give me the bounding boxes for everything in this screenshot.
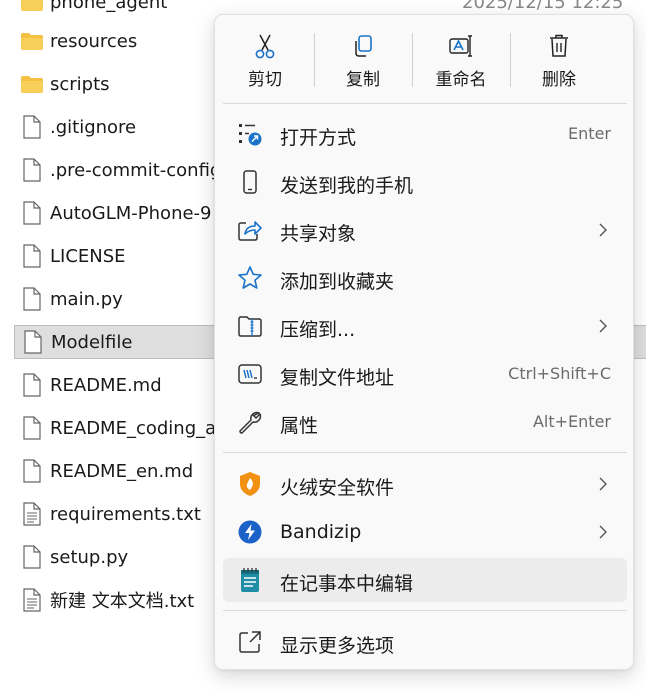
menu-item-label: 发送到我的手机: [280, 175, 414, 197]
file-name: 新建 文本文档.txt: [50, 591, 195, 612]
file-name: README_coding_a: [50, 417, 217, 439]
menu-item-label: 共享对象: [280, 223, 357, 245]
menu-divider: [223, 452, 627, 453]
menu-item-shortcut: Enter: [568, 124, 611, 143]
open-with-icon: [237, 121, 263, 147]
file-name: scripts: [50, 73, 110, 95]
file-name: README_en.md: [50, 460, 194, 482]
text-file-icon: [14, 583, 50, 617]
menu-item-label: 复制文件地址: [280, 367, 395, 389]
file-icon: [14, 368, 50, 402]
file-name: requirements.txt: [50, 503, 201, 525]
delete-label: 删除: [542, 70, 576, 90]
file-icon: [14, 110, 50, 144]
notepad-icon: [237, 567, 263, 593]
file-icon: [14, 196, 50, 230]
share-icon: [237, 217, 263, 243]
menu-item-label: 添加到收藏夹: [280, 271, 395, 293]
file-name: main.py: [50, 288, 123, 310]
delete-button[interactable]: 删除: [512, 23, 606, 97]
file-name: README.md: [50, 374, 162, 396]
menu-item-share[interactable]: 共享对象: [223, 208, 627, 252]
context-menu: 剪切 复制 重命名 删除 打开方式 Enter 发送到我的手机 共享对象 添加到…: [214, 14, 634, 670]
file-name: Modelfile: [51, 331, 133, 353]
file-icon: [15, 325, 51, 359]
file-name: resources: [50, 30, 138, 52]
file-icon: [14, 540, 50, 574]
file-name: setup.py: [50, 546, 129, 568]
quick-divider: [510, 33, 511, 87]
file-icon: [14, 454, 50, 488]
menu-item-label: 打开方式: [280, 127, 357, 149]
copy-label: 复制: [346, 70, 380, 90]
menu-divider: [223, 103, 627, 104]
menu-item-huorong[interactable]: 火绒安全软件: [223, 462, 627, 506]
quick-divider: [314, 33, 315, 87]
menu-item-label: Bandizip: [280, 521, 362, 543]
chevron-right-icon: [599, 319, 607, 333]
menu-item-label: 在记事本中编辑: [280, 573, 414, 595]
menu-item-add-favorite[interactable]: 添加到收藏夹: [223, 256, 627, 300]
chevron-right-icon: [599, 223, 607, 237]
file-name: .gitignore: [50, 116, 137, 138]
bandizip-icon: [237, 519, 263, 545]
file-name: .pre-commit-config: [50, 159, 222, 181]
rename-label: 重命名: [435, 70, 487, 90]
folder-icon: [14, 0, 50, 19]
menu-item-show-more-options[interactable]: 显示更多选项: [223, 620, 627, 664]
more-options-icon: [237, 629, 263, 655]
rename-icon: [448, 33, 474, 59]
rename-button[interactable]: 重命名: [414, 23, 508, 97]
file-name: phone_agent: [50, 0, 168, 13]
copy-button[interactable]: 复制: [316, 23, 410, 97]
star-icon: [237, 265, 263, 291]
copy-path-icon: [237, 361, 263, 387]
folder-icon: [14, 24, 50, 58]
menu-item-shortcut: Alt+Enter: [532, 412, 611, 431]
file-icon: [14, 282, 50, 316]
file-name: AutoGLM-Phone-9: [50, 202, 212, 224]
phone-icon: [237, 169, 263, 195]
zip-icon: [237, 313, 263, 339]
quick-action-bar: 剪切 复制 重命名 删除: [215, 15, 633, 103]
file-icon: [14, 153, 50, 187]
menu-item-label: 显示更多选项: [280, 635, 395, 657]
menu-item-shortcut: Ctrl+Shift+C: [508, 364, 611, 383]
menu-item-send-to-phone[interactable]: 发送到我的手机: [223, 160, 627, 204]
menu-item-compress[interactable]: 压缩到...: [223, 304, 627, 348]
menu-item-label: 火绒安全软件: [280, 477, 395, 499]
menu-item-label: 属性: [280, 415, 319, 437]
menu-item-bandizip[interactable]: Bandizip: [223, 510, 627, 554]
cut-label: 剪切: [248, 70, 282, 90]
menu-item-copy-path[interactable]: 复制文件地址 Ctrl+Shift+C: [223, 352, 627, 396]
file-icon: [14, 411, 50, 445]
menu-item-label: 压缩到...: [280, 319, 356, 341]
trash-icon: [546, 33, 572, 59]
menu-item-edit-notepad[interactable]: 在记事本中编辑: [223, 558, 627, 602]
huorong-icon: [237, 471, 263, 497]
menu-divider: [223, 610, 627, 611]
file-icon: [14, 239, 50, 273]
scissors-icon: [252, 33, 278, 59]
menu-item-open-with[interactable]: 打开方式 Enter: [223, 112, 627, 156]
file-date: 2025/12/15 12:25: [462, 0, 624, 13]
chevron-right-icon: [599, 477, 607, 491]
menu-item-properties[interactable]: 属性 Alt+Enter: [223, 400, 627, 444]
cut-button[interactable]: 剪切: [218, 23, 312, 97]
quick-divider: [412, 33, 413, 87]
file-name: LICENSE: [50, 245, 126, 267]
folder-icon: [14, 67, 50, 101]
text-file-icon: [14, 497, 50, 531]
copy-icon: [350, 33, 376, 59]
wrench-icon: [237, 409, 263, 435]
chevron-right-icon: [599, 525, 607, 539]
